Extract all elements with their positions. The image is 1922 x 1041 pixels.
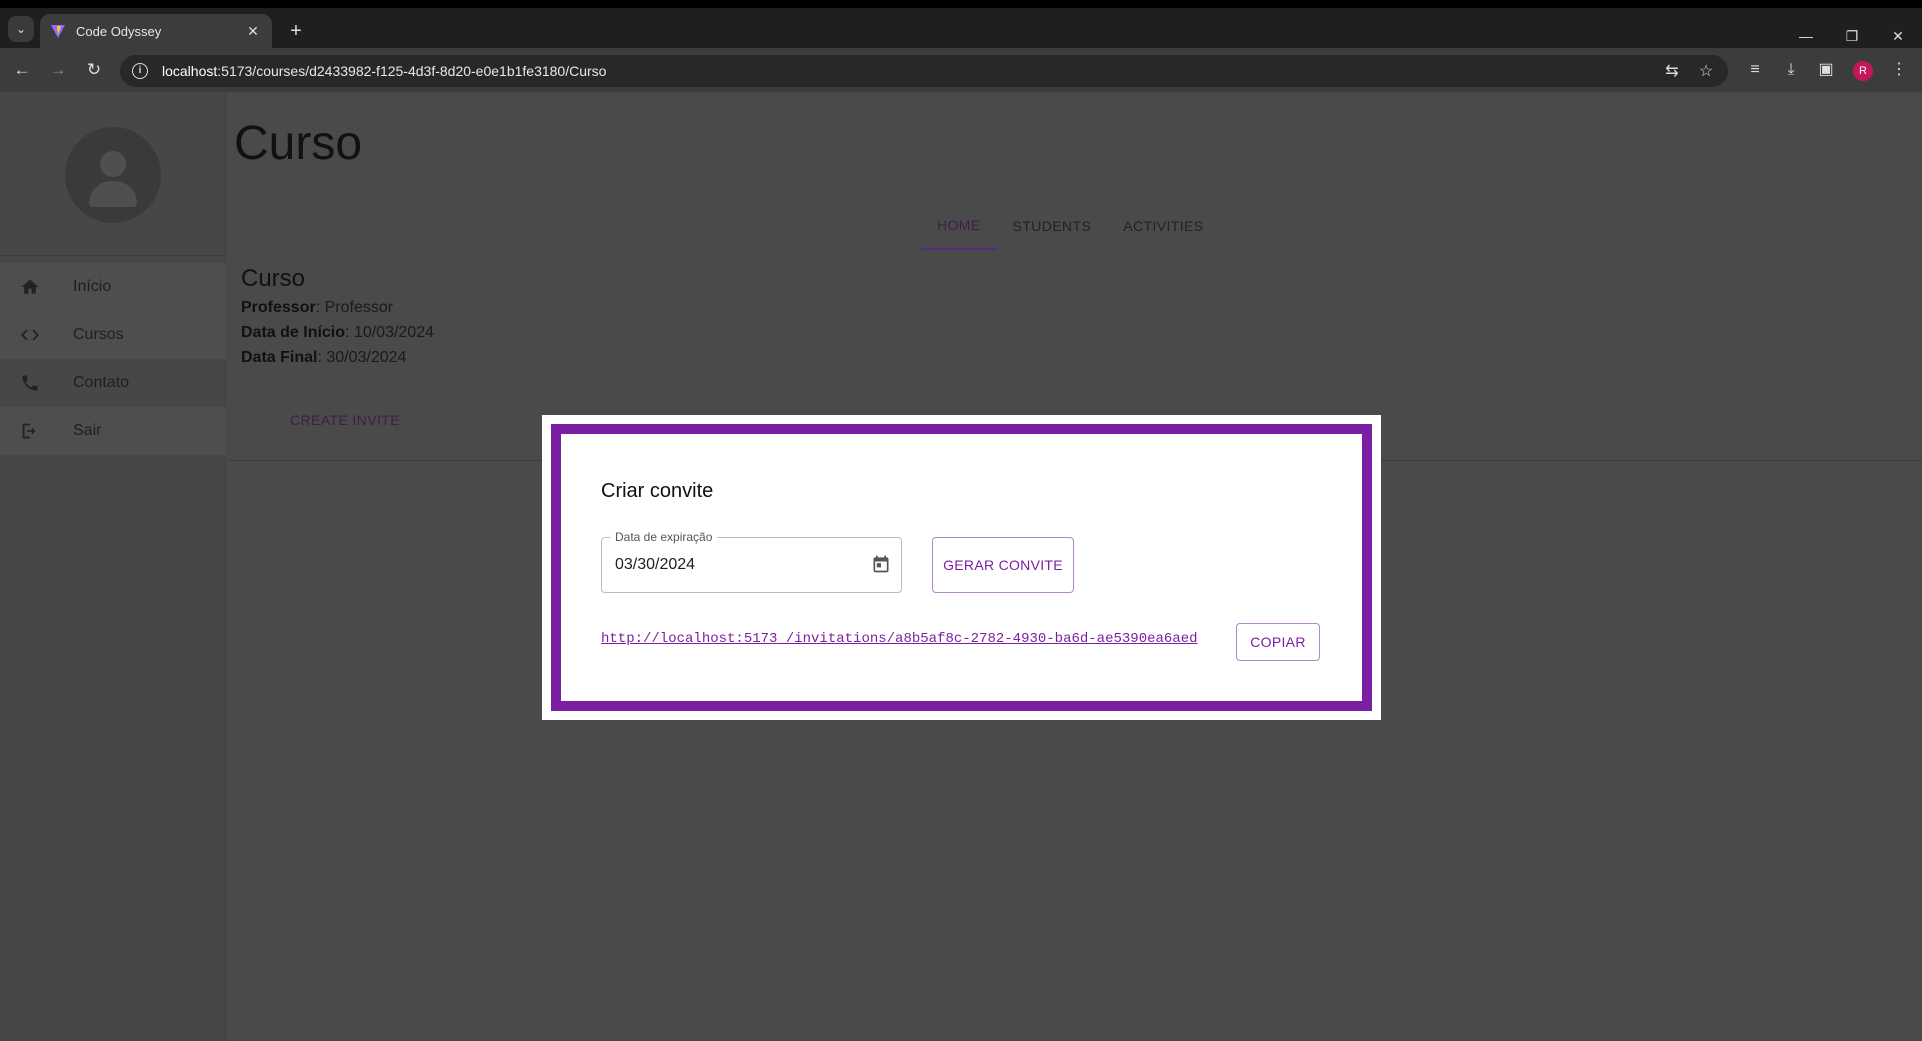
avatar-head bbox=[100, 151, 126, 177]
expiration-date-value[interactable]: 03/30/2024 bbox=[615, 556, 695, 574]
menu-icon[interactable]: ⋮ bbox=[1888, 60, 1910, 80]
copy-button[interactable]: COPIAR bbox=[1236, 623, 1320, 661]
dialog-title: Criar convite bbox=[601, 480, 714, 502]
course-name: Curso bbox=[241, 265, 306, 292]
sidebar-item-label: Início bbox=[73, 278, 112, 295]
sidebar-item-label: Contato bbox=[73, 374, 130, 391]
tab-home[interactable]: HOME bbox=[921, 202, 997, 250]
sidebar-item-label: Cursos bbox=[73, 326, 124, 343]
address-bar: ← → ↻ i localhost:5173/courses/d2433982-… bbox=[0, 48, 1922, 92]
create-invite-button[interactable]: CREATE INVITE bbox=[290, 412, 400, 428]
sidebar-item-inicio[interactable]: Início bbox=[0, 263, 226, 311]
sidebar-divider bbox=[0, 255, 226, 256]
generate-invite-button[interactable]: GERAR CONVITE bbox=[932, 537, 1074, 593]
window-top-edge bbox=[0, 0, 1922, 8]
avatar-body bbox=[89, 181, 137, 207]
close-tab-icon[interactable]: ✕ bbox=[244, 23, 262, 40]
back-icon[interactable]: ← bbox=[10, 58, 34, 82]
page-title: Curso bbox=[234, 117, 363, 170]
reload-icon[interactable]: ↻ bbox=[82, 58, 106, 82]
site-info-icon[interactable]: i bbox=[132, 63, 148, 79]
profile-avatar[interactable]: R bbox=[1853, 61, 1873, 81]
course-start-date: Data de Início: 10/03/2024 bbox=[241, 324, 434, 341]
invite-dialog: Criar convite Data de expiração 03/30/20… bbox=[542, 415, 1381, 720]
reading-list-icon[interactable]: ≡ bbox=[1744, 60, 1766, 80]
url-text: localhost:5173/courses/d2433982-f125-4d3… bbox=[162, 63, 607, 79]
tab-students[interactable]: STUDENTS bbox=[997, 202, 1108, 250]
tab-activities[interactable]: ACTIVITIES bbox=[1107, 202, 1219, 250]
sidebar-item-label: Sair bbox=[73, 422, 102, 439]
tab-strip: ⌄ Code Odyssey ✕ + — ❐ ✕ bbox=[0, 8, 1922, 48]
logout-icon bbox=[18, 419, 42, 443]
side-panel-icon[interactable]: ▣ bbox=[1815, 60, 1837, 80]
sidebar-item-sair[interactable]: Sair bbox=[0, 407, 226, 455]
calendar-icon[interactable] bbox=[871, 554, 891, 574]
code-icon bbox=[18, 323, 42, 347]
sidebar-nav: Início Cursos Contato Sair bbox=[0, 263, 226, 455]
phone-icon bbox=[18, 371, 42, 395]
user-avatar bbox=[65, 127, 161, 223]
sidebar-item-cursos[interactable]: Cursos bbox=[0, 311, 226, 359]
translate-icon[interactable]: ⇆ bbox=[1662, 61, 1682, 81]
course-tabs: HOME STUDENTS ACTIVITIES bbox=[921, 202, 1220, 250]
sidebar: Início Cursos Contato Sair bbox=[0, 92, 226, 1041]
download-icon[interactable]: ⤓ bbox=[1780, 60, 1802, 80]
course-end-date: Data Final: 30/03/2024 bbox=[241, 349, 407, 366]
home-icon bbox=[18, 275, 42, 299]
forward-icon[interactable]: → bbox=[46, 58, 70, 82]
new-tab-button[interactable]: + bbox=[284, 19, 308, 43]
tab-title: Code Odyssey bbox=[76, 23, 162, 39]
course-professor: Professor: Professor bbox=[241, 299, 394, 316]
expiration-date-field[interactable]: Data de expiração 03/30/2024 bbox=[601, 530, 902, 593]
url-input[interactable]: i localhost:5173/courses/d2433982-f125-4… bbox=[120, 55, 1728, 87]
tab-search-button[interactable]: ⌄ bbox=[8, 16, 34, 42]
bookmark-star-icon[interactable]: ☆ bbox=[1696, 61, 1716, 81]
sidebar-item-contato[interactable]: Contato bbox=[0, 359, 226, 407]
expiration-date-label: Data de expiração bbox=[610, 530, 718, 544]
vite-logo-icon bbox=[51, 25, 65, 38]
invite-link[interactable]: http://localhost:5173_/invitations/a8b5a… bbox=[601, 631, 1198, 647]
browser-tab[interactable]: Code Odyssey ✕ bbox=[40, 14, 272, 48]
